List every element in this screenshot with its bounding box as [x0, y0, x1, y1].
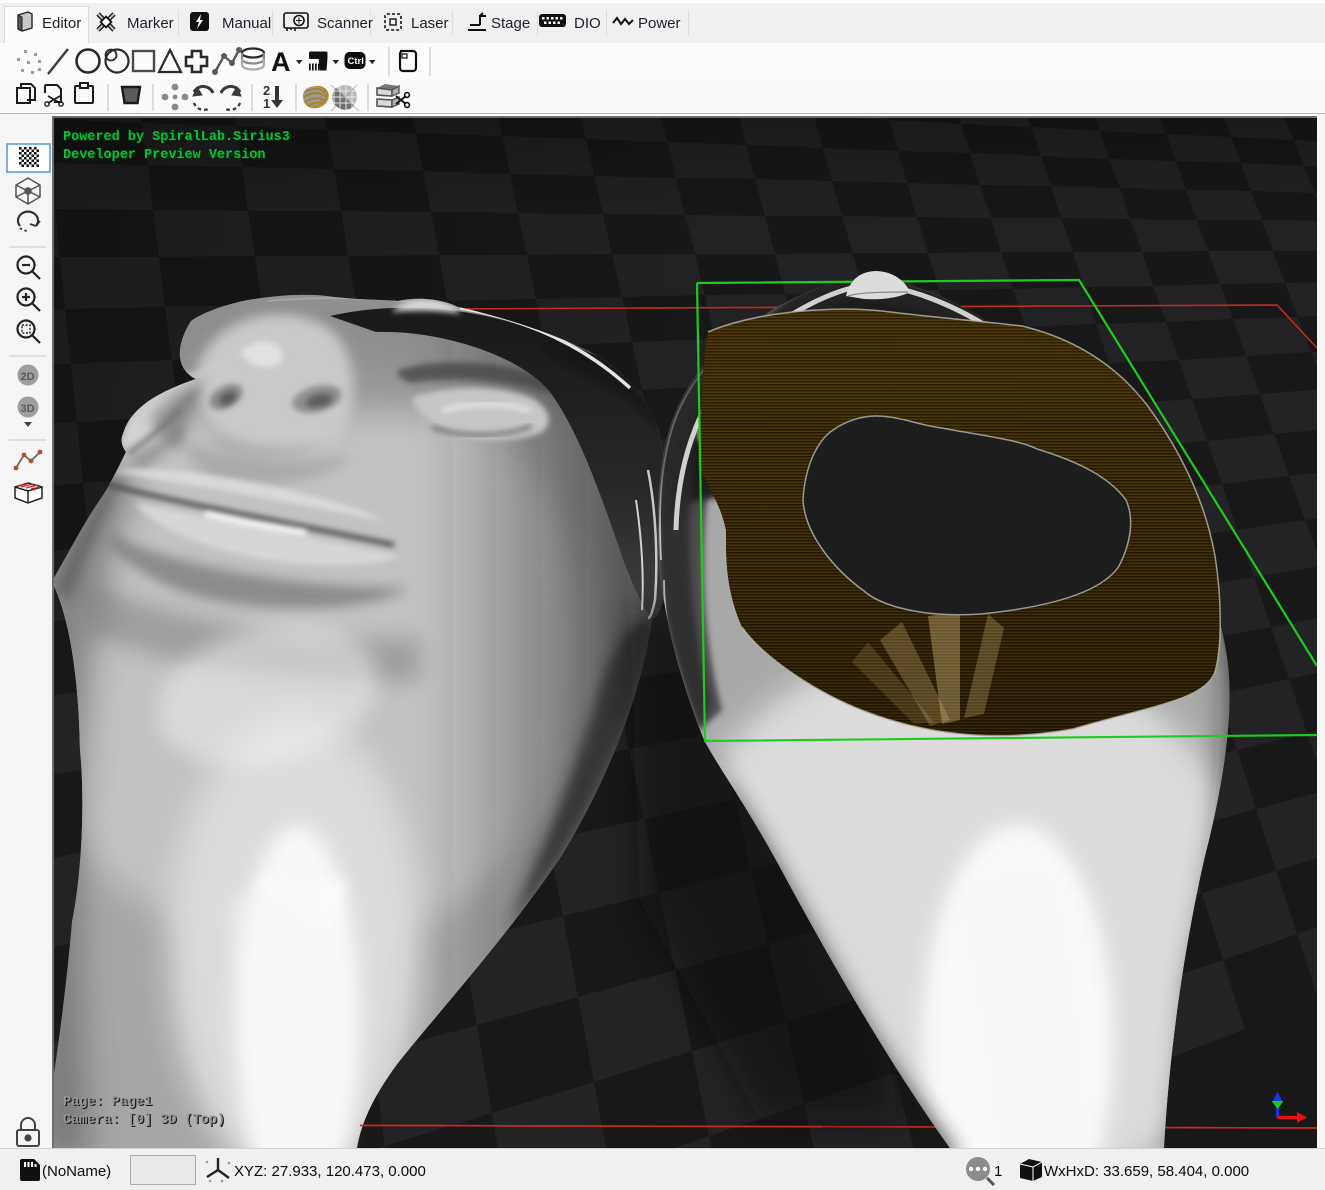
svg-text:1: 1 [263, 96, 270, 111]
svg-text:3D: 3D [21, 403, 35, 415]
svg-text:A: A [271, 47, 291, 77]
svg-text:Ctrl: Ctrl [348, 56, 364, 67]
svg-text:2D: 2D [21, 371, 35, 383]
